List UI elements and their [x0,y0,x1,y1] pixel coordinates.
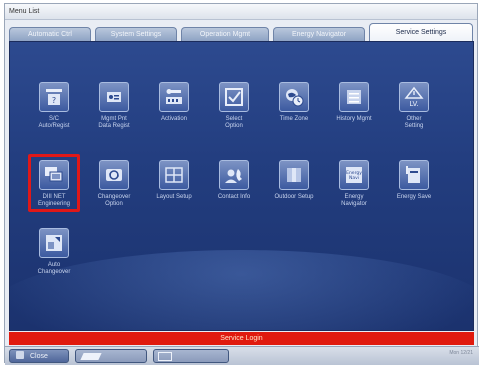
menu-item-energy-save[interactable]: Energy Save [384,160,444,201]
icon-label: Select Option [225,116,243,129]
layout-icon [158,352,172,361]
close-button[interactable]: Close [9,349,69,363]
menu-item-other-setting[interactable]: LV. Other Setting [384,82,444,130]
activation-key-icon [159,82,189,112]
icon-label: S/C Auto/Regist [38,116,70,129]
sc-auto-regist-icon: ? [39,82,69,112]
tab-system-settings[interactable]: System Settings [95,27,177,41]
close-icon [16,351,24,359]
tab-strip: Automatic Ctrl System Settings Operation… [7,21,475,42]
menu-item-outdoor-setup[interactable]: Outdoor Setup [264,160,324,201]
menu-item-time-zone[interactable]: Time Zone [264,82,324,123]
auto-changeover-icon [39,228,69,258]
icon-label: Energy Save [396,194,432,200]
menu-item-history-mgmt[interactable]: History Mgmt [324,82,384,123]
menu-item-auto-changeover[interactable]: Auto Changeover [24,228,84,276]
svg-text:?: ? [52,96,56,105]
tab-energy-navigator[interactable]: Energy Navigator [273,27,365,41]
icon-label: Changeover Option [97,194,131,207]
icon-label: Auto Changeover [37,262,71,275]
svg-text:LV.: LV. [409,100,418,108]
status-date: Mon 12/21 [449,350,473,356]
changeover-option-icon [99,160,129,190]
history-mgmt-icon [339,82,369,112]
close-button-label: Close [30,353,48,360]
energy-save-icon [399,160,429,190]
icon-label: Time Zone [279,116,309,122]
menu-item-sc-auto-regist[interactable]: ? S/C Auto/Regist [24,82,84,130]
tab-service-settings[interactable]: Service Settings [369,23,473,42]
toolbar-button-3[interactable] [153,349,229,363]
tab-automatic-ctrl[interactable]: Automatic Ctrl [9,27,91,41]
diii-net-engineering-icon [39,160,69,190]
mgmt-point-data-icon [99,82,129,112]
menu-list-window: Menu List Automatic Ctrl System Settings… [4,3,479,365]
time-zone-globe-icon [279,82,309,112]
icon-label: Outdoor Setup [274,194,314,200]
select-option-checkbox-icon [219,82,249,112]
menu-item-changeover-option[interactable]: Changeover Option [84,160,144,208]
status-line-1: Mon 12/21 [449,350,473,356]
toolbar-button-2[interactable] [75,349,147,363]
energy-navigator-icon: Energy Navi [339,160,369,190]
menu-item-select-option[interactable]: Select Option [204,82,264,130]
service-login-bar[interactable]: Service Login [9,332,474,345]
contact-info-icon [219,160,249,190]
menu-item-contact-info[interactable]: Contact Info [204,160,264,201]
menu-item-activation[interactable]: Activation [144,82,204,123]
bottom-toolbar: Close Mon 12/21 [5,346,479,365]
icon-label: Energy Navigator [341,194,367,207]
icon-label: History Mgmt [336,116,372,122]
icon-label: Contact Info [217,194,251,200]
other-setting-warning-icon: LV. [399,82,429,112]
icon-label: DIII NET Engineering [37,194,71,207]
svg-text:Navi: Navi [349,175,359,181]
menu-item-diii-net-engineering[interactable]: DIII NET Engineering [24,160,84,208]
service-settings-panel: ? S/C Auto/Regist Mgmt Pnt Data Regist A… [9,41,474,331]
menu-item-energy-navigator[interactable]: Energy Navi Energy Navigator [324,160,384,208]
icon-label: Activation [160,116,187,122]
tab-operation-mgmt[interactable]: Operation Mgmt [181,27,269,41]
layout-setup-icon [159,160,189,190]
window-title: Menu List [5,4,477,20]
menu-item-mgmt-pnt-data-regist[interactable]: Mgmt Pnt Data Regist [84,82,144,130]
icon-label: Mgmt Pnt Data Regist [98,116,130,129]
icon-label: Layout Setup [156,194,192,200]
outdoor-setup-icon [279,160,309,190]
toolbar-button-2-icon [80,353,102,360]
menu-item-layout-setup[interactable]: Layout Setup [144,160,204,201]
icon-label: Other Setting [404,116,424,129]
